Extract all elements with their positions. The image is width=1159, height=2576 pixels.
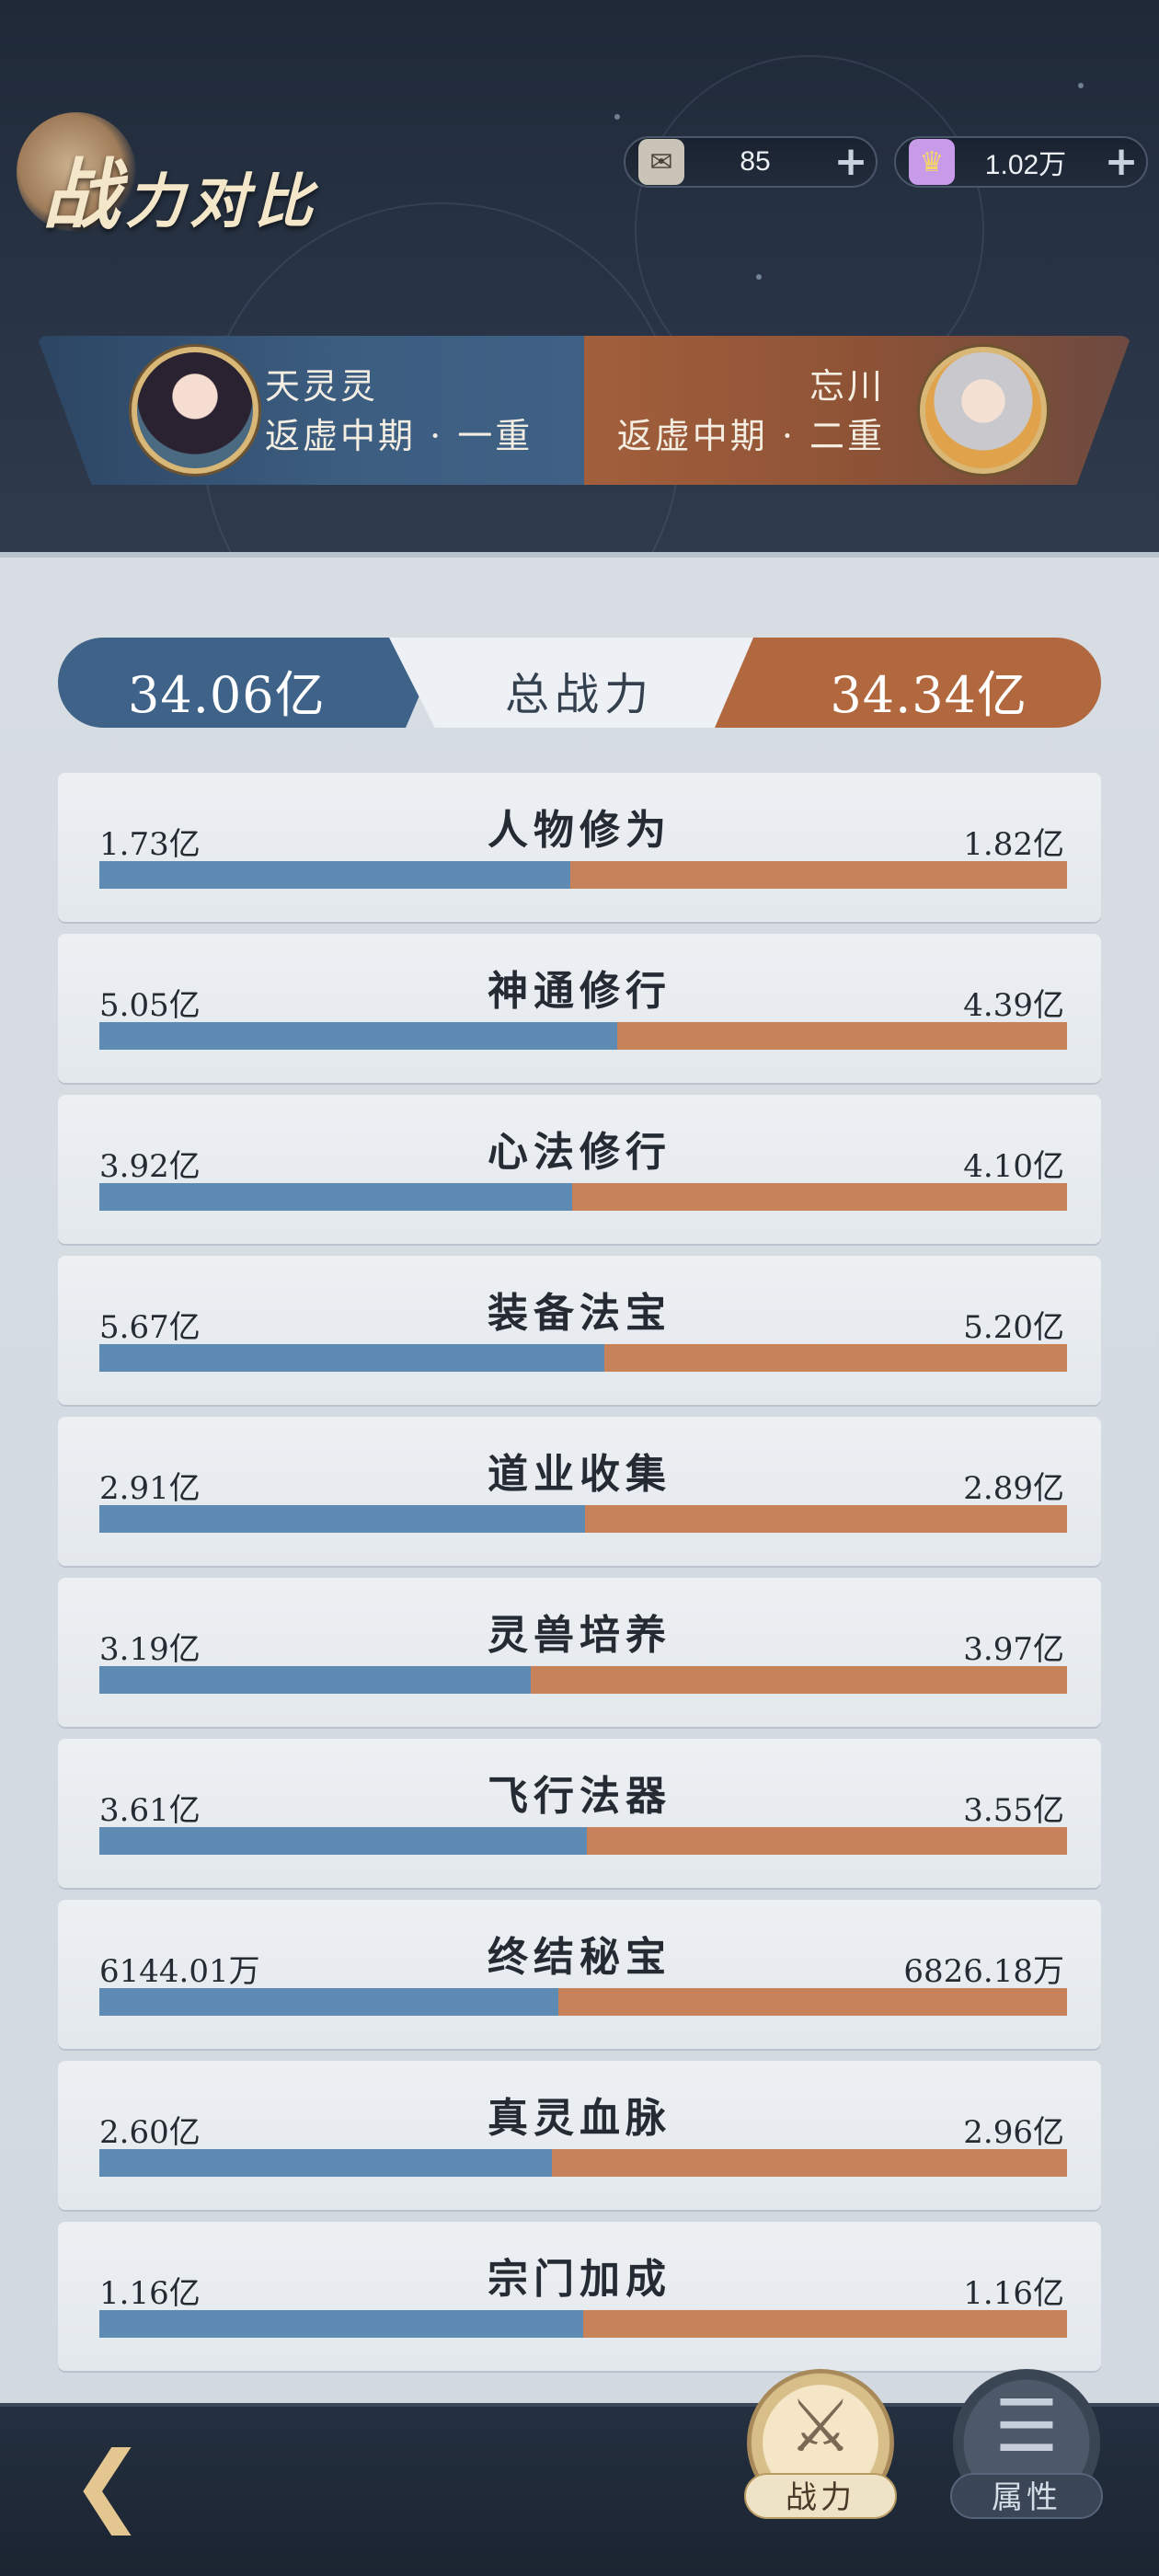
stat-bar-right-fill [616, 1022, 1067, 1050]
stat-compare-bar [99, 2149, 1067, 2177]
add-gem-button[interactable]: + [1096, 142, 1146, 182]
stat-label: 道业收集 [488, 1451, 671, 1498]
right-player-avatar[interactable] [920, 347, 1047, 474]
currency-pill-scroll: ✉ 85 + [624, 136, 878, 188]
stat-bar-right-fill [587, 1827, 1067, 1855]
stat-row: 1.73亿 人物修为 1.82亿 [58, 773, 1101, 922]
stat-bar-right-fill [572, 1183, 1067, 1211]
stat-label: 灵兽培养 [488, 1612, 671, 1659]
stat-label: 神通修行 [488, 968, 671, 1015]
stat-row: 2.91亿 道业收集 2.89亿 [58, 1417, 1101, 1566]
stat-row: 3.92亿 心法修行 4.10亿 [58, 1095, 1101, 1244]
stat-bar-left-fill [99, 1183, 573, 1211]
decor-spark [1078, 83, 1084, 88]
gem-ticket-icon: ♛ [909, 139, 955, 185]
currency-pill-gem: ♛ 1.02万 + [894, 136, 1148, 188]
tab-power-label[interactable]: 战力 [744, 2473, 897, 2519]
stat-bar-left-fill [99, 1827, 588, 1855]
decor-spark [614, 114, 620, 120]
stat-bar-right-fill [604, 1344, 1067, 1372]
stat-label: 人物修为 [488, 807, 671, 854]
stat-bar-left-fill [99, 1666, 532, 1694]
stat-right-value: 1.16亿 [963, 2275, 1064, 2312]
page-title: 战力对比 [42, 133, 318, 245]
stat-compare-bar [99, 1505, 1067, 1533]
total-power-bar: 34.06亿 总战力 34.34亿 [58, 638, 1101, 728]
add-scroll-button[interactable]: + [826, 142, 876, 182]
stat-bar-left-fill [99, 861, 571, 889]
stat-right-value: 2.96亿 [963, 2114, 1064, 2151]
scroll-icon: ✉ [638, 139, 684, 185]
stat-right-value: 4.10亿 [963, 1148, 1064, 1185]
stat-bar-left-fill [99, 2149, 553, 2177]
right-player-realm: 返虚中期 · 二重 [616, 416, 885, 456]
stat-bar-left-fill [99, 1988, 558, 2016]
total-right-value: 34.34亿 [830, 666, 1027, 724]
stat-compare-bar [99, 1022, 1067, 1050]
stat-compare-bar [99, 1827, 1067, 1855]
stat-label: 真灵血脉 [488, 2095, 671, 2142]
stat-row: 3.61亿 飞行法器 3.55亿 [58, 1739, 1101, 1888]
currency-value: 1.02万 [984, 150, 1067, 180]
stat-right-value: 2.89亿 [963, 1470, 1064, 1507]
stat-bar-left-fill [99, 1022, 617, 1050]
stat-compare-bar [99, 1183, 1067, 1211]
stat-row: 6144.01万 终结秘宝 6826.18万 [58, 1900, 1101, 2049]
stat-label: 飞行法器 [488, 1773, 671, 1820]
stat-bar-left-fill [99, 1505, 586, 1533]
stat-right-value: 1.82亿 [963, 826, 1064, 863]
stat-row: 5.05亿 神通修行 4.39亿 [58, 934, 1101, 1083]
stat-bar-right-fill [583, 2310, 1067, 2338]
stat-bar-right-fill [557, 1988, 1067, 2016]
decor-spark [756, 274, 762, 280]
stat-compare-bar [99, 1666, 1067, 1694]
crossed-swords-icon: ⚔ [788, 2386, 853, 2468]
left-player-realm: 返虚中期 · 一重 [265, 416, 534, 456]
stat-bar-left-fill [99, 1344, 605, 1372]
stat-right-value: 3.55亿 [963, 1792, 1064, 1829]
right-player-name: 忘川 [809, 366, 885, 407]
page-title-first: 战 [42, 149, 126, 240]
stat-bar-right-fill [531, 1666, 1067, 1694]
stat-row: 5.67亿 装备法宝 5.20亿 [58, 1256, 1101, 1405]
stat-compare-bar [99, 1344, 1067, 1372]
stat-compare-bar [99, 1988, 1067, 2016]
tab-attributes-label[interactable]: 属性 [950, 2473, 1103, 2519]
left-player-name: 天灵灵 [265, 366, 379, 407]
stat-row: 1.16亿 宗门加成 1.16亿 [58, 2222, 1101, 2371]
stat-bar-right-fill [552, 2149, 1067, 2177]
stat-bar-right-fill [585, 1505, 1067, 1533]
left-player-avatar[interactable] [132, 347, 258, 474]
stat-label: 宗门加成 [488, 2256, 671, 2303]
stat-bar-right-fill [570, 861, 1067, 889]
stat-compare-bar [99, 861, 1067, 889]
back-arrow-icon[interactable]: ❮ [48, 2429, 167, 2539]
stat-right-value: 3.97亿 [963, 1631, 1064, 1668]
stat-right-value: 6826.18万 [903, 1953, 1064, 1990]
stat-right-value: 5.20亿 [963, 1309, 1064, 1346]
attribute-list-icon: ☰ [994, 2386, 1059, 2468]
stat-row: 2.60亿 真灵血脉 2.96亿 [58, 2061, 1101, 2210]
page-title-rest: 力对比 [125, 167, 319, 236]
currency-value: 85 [740, 146, 771, 177]
stat-label: 装备法宝 [488, 1290, 671, 1337]
versus-banner: 天灵灵 返虚中期 · 一重 忘川 返虚中期 · 二重 [37, 336, 1131, 485]
stat-compare-bar [99, 2310, 1067, 2338]
stat-right-value: 4.39亿 [963, 987, 1064, 1024]
stat-bar-left-fill [99, 2310, 583, 2338]
stat-row: 3.19亿 灵兽培养 3.97亿 [58, 1578, 1101, 1727]
stat-label: 心法修行 [488, 1129, 671, 1176]
